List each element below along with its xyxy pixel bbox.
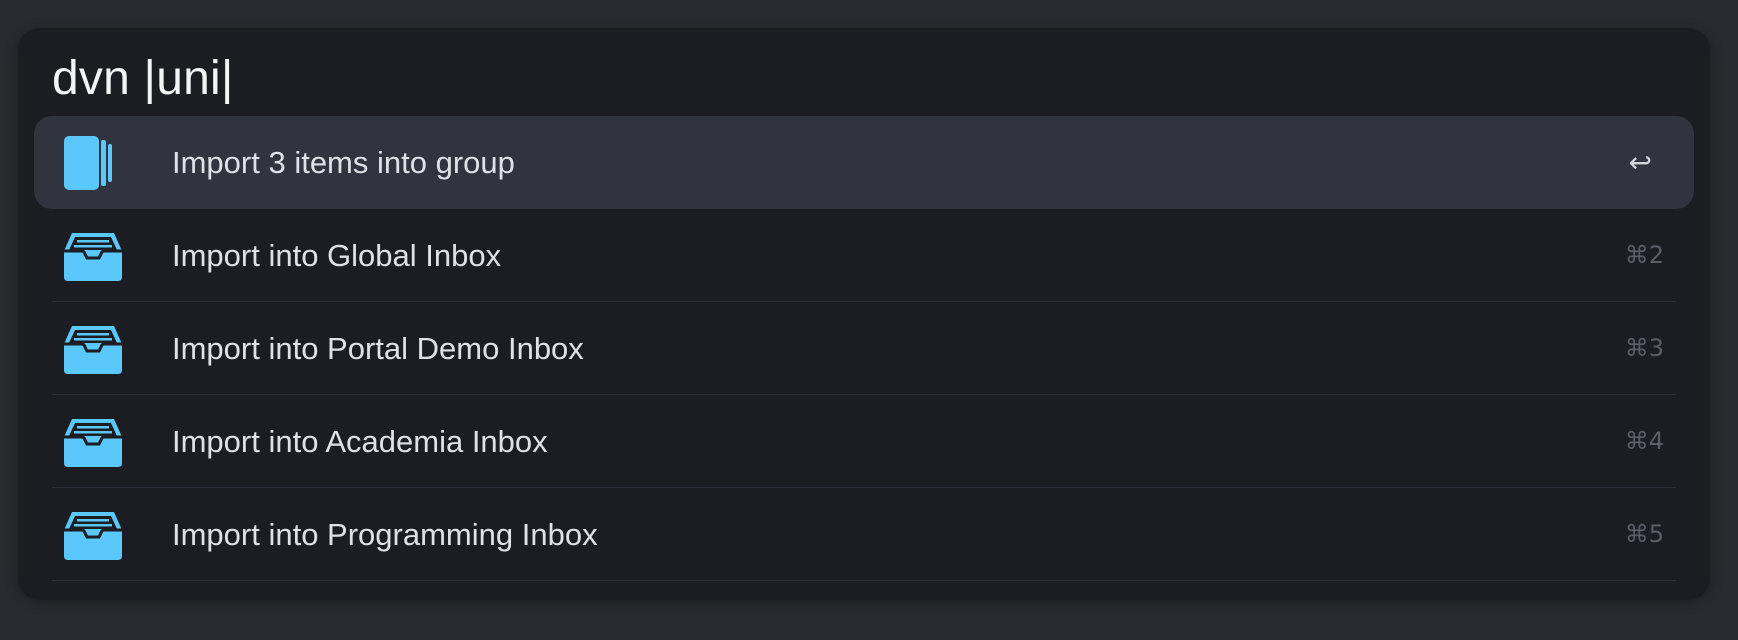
result-row-portal-demo-inbox[interactable]: Import into Portal Demo Inbox ⌘3 bbox=[34, 302, 1694, 395]
shortcut-hint: ⌘5 bbox=[1624, 520, 1664, 548]
inbox-tray-icon bbox=[62, 322, 124, 376]
result-row-academia-inbox[interactable]: Import into Academia Inbox ⌘4 bbox=[34, 395, 1694, 488]
shortcut-hint: ⌘3 bbox=[1624, 334, 1664, 362]
result-row-programming-inbox[interactable]: Import into Programming Inbox ⌘5 bbox=[34, 488, 1694, 581]
result-label: Import into Global Inbox bbox=[172, 238, 502, 273]
group-stack-icon bbox=[62, 136, 124, 190]
result-label: Import into Programming Inbox bbox=[172, 517, 598, 552]
result-row-import-into-group[interactable]: Import 3 items into group ↩ bbox=[34, 116, 1694, 209]
launcher-panel: dvn |uni| Import 3 items into group ↩ Im… bbox=[18, 28, 1710, 600]
result-label: Import 3 items into group bbox=[172, 145, 515, 180]
search-query-field[interactable]: dvn |uni| bbox=[52, 48, 234, 110]
results-list: Import 3 items into group ↩ Import into … bbox=[34, 116, 1694, 581]
row-divider bbox=[52, 580, 1676, 581]
result-label: Import into Portal Demo Inbox bbox=[172, 331, 584, 366]
result-row-global-inbox[interactable]: Import into Global Inbox ⌘2 bbox=[34, 209, 1694, 302]
inbox-tray-icon bbox=[62, 508, 124, 562]
inbox-tray-icon bbox=[62, 229, 124, 283]
return-key-hint: ↩ bbox=[1628, 146, 1652, 179]
shortcut-hint: ⌘4 bbox=[1624, 427, 1664, 455]
result-label: Import into Academia Inbox bbox=[172, 424, 548, 459]
inbox-tray-icon bbox=[62, 415, 124, 469]
shortcut-hint: ⌘2 bbox=[1624, 241, 1664, 269]
